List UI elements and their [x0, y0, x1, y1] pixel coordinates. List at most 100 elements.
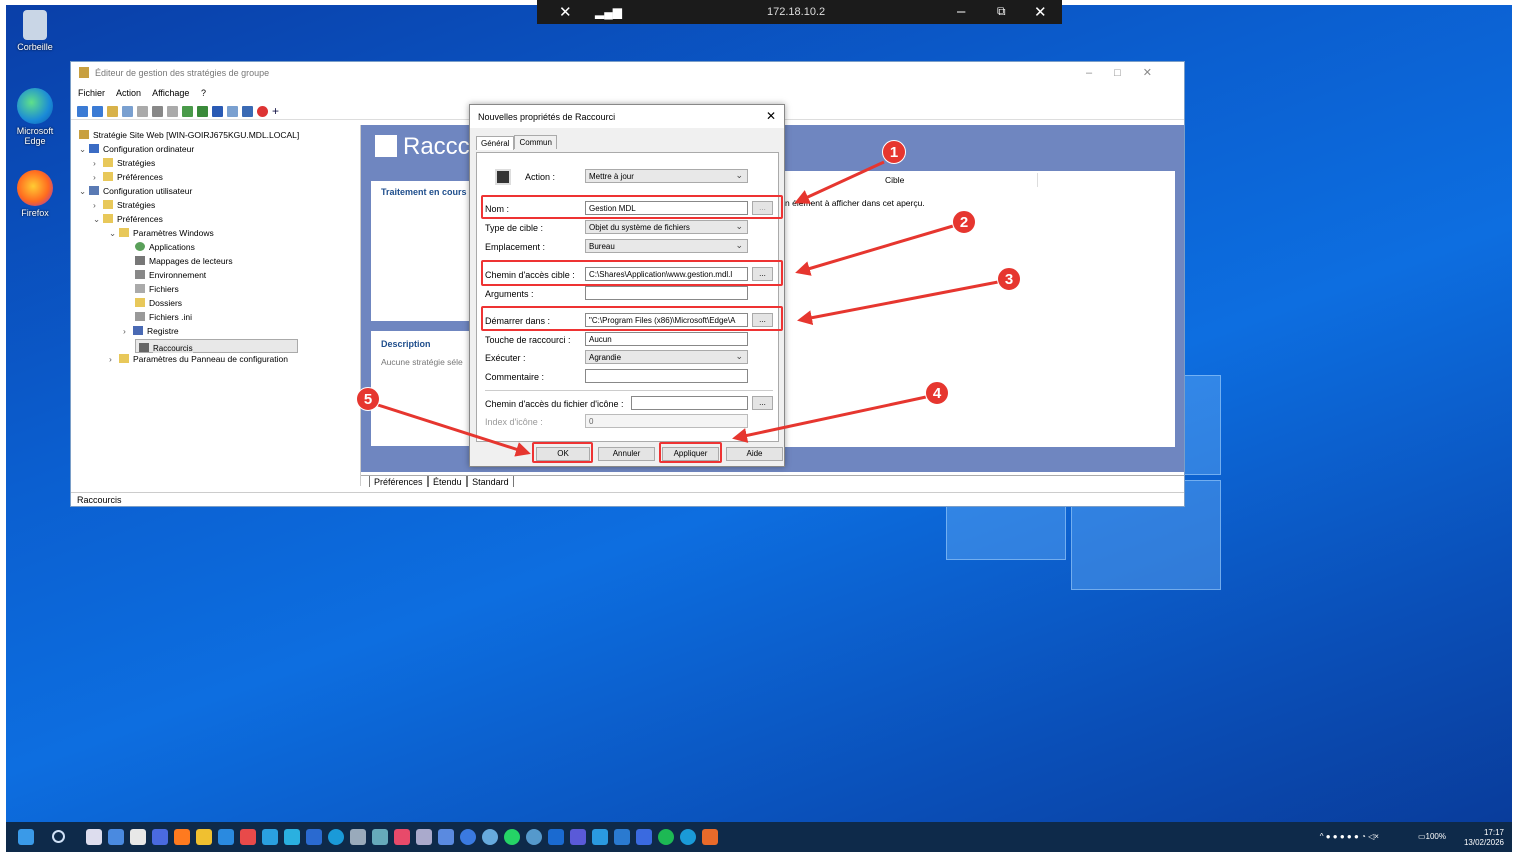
- run-select[interactable]: Agrandie ⌄: [585, 350, 748, 364]
- target-type-select[interactable]: Objet du système de fichiers ⌄: [585, 220, 748, 234]
- dialog-close-icon[interactable]: ✕: [766, 109, 776, 123]
- tree-computer-strategies[interactable]: › Stratégies: [93, 157, 155, 170]
- app-icon-10[interactable]: [394, 829, 410, 845]
- desktop-icon-recycle-bin[interactable]: Corbeille: [4, 10, 66, 52]
- export-icon[interactable]: [197, 106, 208, 117]
- desktop-icon-firefox[interactable]: Firefox: [4, 170, 66, 218]
- tree-computer-config[interactable]: ⌄ Configuration ordinateur: [79, 143, 194, 156]
- tree-environment[interactable]: Environnement: [135, 269, 206, 282]
- clock[interactable]: 17:17 13/02/2026: [1464, 828, 1504, 848]
- task-view-icon[interactable]: [86, 829, 102, 845]
- battery-icon[interactable]: ▭: [1418, 832, 1426, 841]
- action-select[interactable]: Mettre à jour ⌄: [585, 169, 748, 183]
- properties-icon[interactable]: [227, 106, 238, 117]
- start-icon[interactable]: [18, 829, 34, 845]
- print-icon[interactable]: [167, 106, 178, 117]
- column-target[interactable]: Cible: [885, 175, 904, 185]
- new-item-icon[interactable]: [242, 106, 253, 117]
- tab-extended[interactable]: Étendu: [428, 476, 467, 487]
- app-icon-15[interactable]: [526, 829, 542, 845]
- minimize-icon[interactable]: –: [957, 3, 965, 20]
- restore-icon[interactable]: ⧉: [997, 4, 1006, 19]
- back-icon[interactable]: [77, 106, 88, 117]
- tray-expand-icon[interactable]: ^: [1320, 832, 1324, 841]
- app-icon-3[interactable]: [152, 829, 168, 845]
- tab-general[interactable]: Général: [476, 136, 515, 150]
- app-icon-5[interactable]: [240, 829, 256, 845]
- app-icon-9[interactable]: [372, 829, 388, 845]
- edge-taskbar-icon[interactable]: [328, 829, 344, 845]
- tray-icons[interactable]: ● ● ● ● ● ◔ ◁×: [1326, 832, 1416, 841]
- icon-index-field[interactable]: 0: [585, 414, 748, 428]
- tree-shortcuts[interactable]: Raccourcis: [135, 339, 298, 353]
- whatsapp-icon[interactable]: [504, 829, 520, 845]
- folder-icon: [103, 158, 113, 167]
- tree-folders[interactable]: Dossiers: [135, 297, 182, 310]
- cancel-button[interactable]: Annuler: [598, 447, 655, 461]
- tree-user-preferences[interactable]: ⌄ Préférences: [93, 213, 163, 226]
- tree-control-panel[interactable]: › Paramètres du Panneau de configuration: [109, 353, 288, 366]
- app-icon-16[interactable]: [592, 829, 608, 845]
- paste-icon[interactable]: [152, 106, 163, 117]
- menu-fichier[interactable]: Fichier: [78, 88, 105, 98]
- outlook-icon[interactable]: [548, 829, 564, 845]
- run-label: Exécuter :: [485, 353, 526, 363]
- forward-icon[interactable]: [92, 106, 103, 117]
- tree-applications[interactable]: Applications: [135, 241, 195, 254]
- copy-icon[interactable]: [137, 106, 148, 117]
- hotkey-field[interactable]: Aucun: [585, 332, 748, 346]
- icon-path-field[interactable]: [631, 396, 748, 410]
- app-icon-2[interactable]: [130, 829, 146, 845]
- tree-files[interactable]: Fichiers: [135, 283, 179, 296]
- processing-title: Traitement en cours: [381, 187, 467, 197]
- app-icon-12[interactable]: [438, 829, 454, 845]
- tree-ini-files[interactable]: Fichiers .ini: [135, 311, 192, 324]
- teams-icon[interactable]: [570, 829, 586, 845]
- menu-help[interactable]: ?: [201, 88, 206, 98]
- window-controls[interactable]: –□✕: [1086, 66, 1174, 79]
- arguments-field[interactable]: [585, 286, 748, 300]
- help-button[interactable]: Aide: [726, 447, 783, 461]
- desktop-icon-edge[interactable]: Microsoft Edge: [4, 88, 66, 146]
- search-icon[interactable]: [52, 830, 65, 843]
- location-select[interactable]: Bureau ⌄: [585, 239, 748, 253]
- app-icon-11[interactable]: [416, 829, 432, 845]
- app-icon-8[interactable]: [306, 829, 322, 845]
- tree-toggle-icon[interactable]: [122, 106, 133, 117]
- firefox-taskbar-icon[interactable]: [174, 829, 190, 845]
- pin-icon[interactable]: ✕: [559, 3, 572, 21]
- app-icon-19[interactable]: [702, 829, 718, 845]
- tree-drive-maps[interactable]: Mappages de lecteurs: [135, 255, 233, 268]
- menu-action[interactable]: Action: [116, 88, 141, 98]
- app-icon-4[interactable]: [218, 829, 234, 845]
- tree-windows-params[interactable]: ⌄ Paramètres Windows: [109, 227, 214, 240]
- add-icon[interactable]: +: [272, 105, 283, 117]
- app-icon-1[interactable]: [108, 829, 124, 845]
- tree-root[interactable]: Stratégie Site Web [WIN-GOIRJ675KGU.MDL.…: [79, 129, 299, 142]
- spotify-icon[interactable]: [658, 829, 674, 845]
- tab-preferences[interactable]: Préférences: [369, 476, 428, 487]
- calculator-icon[interactable]: [350, 829, 366, 845]
- tree-user-config[interactable]: ⌄ Configuration utilisateur: [79, 185, 192, 198]
- close-icon[interactable]: ✕: [1034, 3, 1047, 21]
- tree-computer-preferences[interactable]: › Préférences: [93, 171, 163, 184]
- app-icon-13[interactable]: [460, 829, 476, 845]
- app-icon-14[interactable]: [482, 829, 498, 845]
- comment-field[interactable]: [585, 369, 748, 383]
- refresh-icon[interactable]: [182, 106, 193, 117]
- tab-common[interactable]: Commun: [514, 135, 557, 149]
- up-icon[interactable]: [107, 106, 118, 117]
- tab-standard[interactable]: Standard: [467, 476, 514, 487]
- file-explorer-icon[interactable]: [196, 829, 212, 845]
- app-icon-6[interactable]: [262, 829, 278, 845]
- app-icon-7[interactable]: [284, 829, 300, 845]
- help-icon[interactable]: [212, 106, 223, 117]
- stop-icon[interactable]: [257, 106, 268, 117]
- tree-user-strategies[interactable]: › Stratégies: [93, 199, 155, 212]
- menu-affichage[interactable]: Affichage: [152, 88, 189, 98]
- icon-path-browse-button[interactable]: ...: [752, 396, 773, 410]
- app-icon-17[interactable]: [614, 829, 630, 845]
- edge-taskbar-icon-2[interactable]: [680, 829, 696, 845]
- tree-registry[interactable]: › Registre: [123, 325, 179, 338]
- app-icon-18[interactable]: [636, 829, 652, 845]
